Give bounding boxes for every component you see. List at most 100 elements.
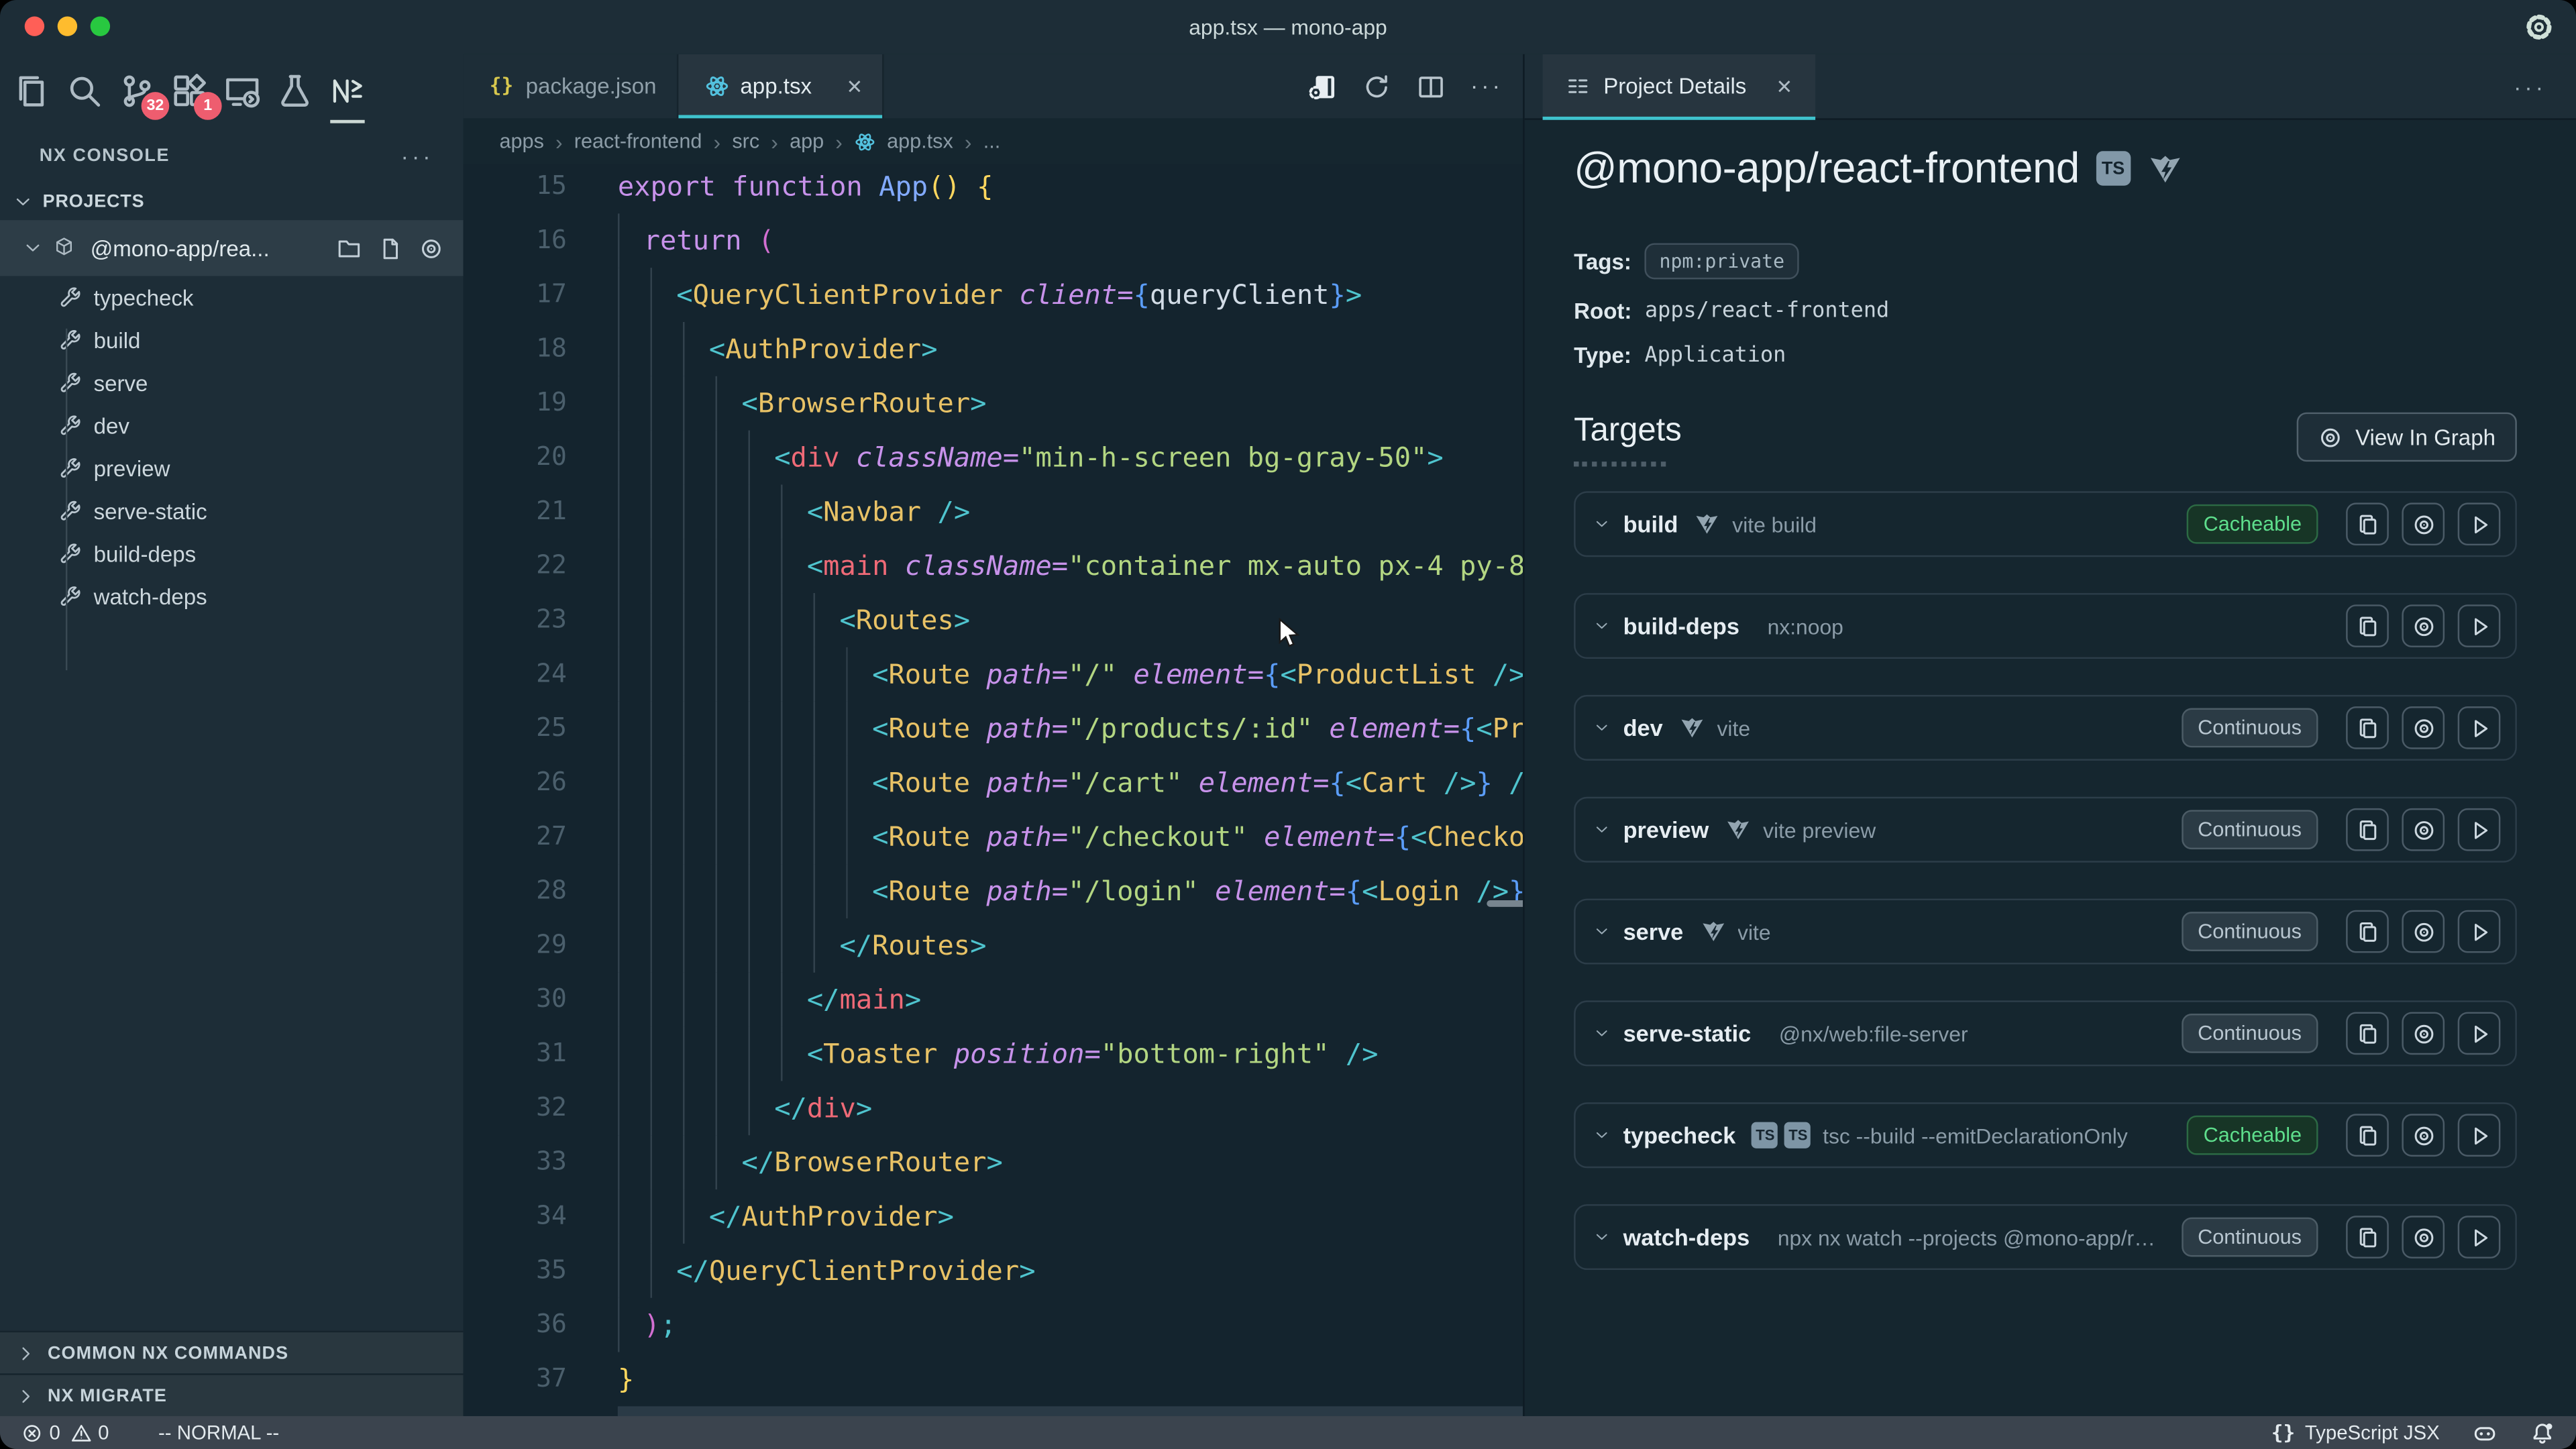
files-icon[interactable] [13, 72, 51, 109]
bell-dot-status[interactable] [2530, 1420, 2555, 1445]
sidebar-target-serve-static[interactable]: serve-static [0, 490, 464, 533]
target-card-watch-deps[interactable]: watch-depsnpx nx watch --projects @mono-… [1574, 1204, 2517, 1270]
code-line-20: <div className="min-h-screen bg-gray-50"… [618, 431, 1444, 485]
tab-package-json[interactable]: {}package.json [464, 54, 678, 119]
chevron-down-icon[interactable] [1594, 1229, 1610, 1245]
copy-button[interactable] [2346, 1012, 2389, 1055]
chevron-down-icon[interactable] [1594, 618, 1610, 634]
sidebar-target-typecheck[interactable]: typecheck [0, 276, 464, 319]
project-fields: Tags:npm:privateRoot:apps/react-frontend… [1574, 243, 2517, 368]
view-in-graph-button[interactable] [2402, 910, 2445, 953]
split-icon[interactable] [1416, 72, 1446, 101]
view-in-graph-button[interactable] [2402, 1012, 2445, 1055]
more-icon[interactable]: ··· [1470, 72, 1500, 101]
sidebar-target-serve[interactable]: serve [0, 362, 464, 405]
line-number: 31 [464, 1027, 567, 1081]
status-label: -- NORMAL -- [158, 1421, 279, 1444]
copy-button[interactable] [2346, 502, 2389, 545]
run-target-button[interactable] [2458, 808, 2501, 851]
extensions-icon[interactable]: 1 [171, 72, 209, 109]
view-in-graph-button[interactable] [2402, 604, 2445, 647]
close-tab-icon[interactable]: ✕ [846, 74, 863, 97]
settings-gear-icon[interactable] [2524, 11, 2555, 43]
chevron-down-icon[interactable] [1594, 821, 1610, 837]
copy-button[interactable] [2346, 604, 2389, 647]
chevron-down-icon[interactable] [1594, 1025, 1610, 1041]
section-nx-migrate[interactable]: NX MIGRATE [0, 1373, 464, 1416]
code-line-34: </AuthProvider> [618, 1189, 954, 1244]
folder-icon[interactable] [337, 235, 362, 260]
breadcrumb-item[interactable]: ... [983, 129, 1001, 152]
run-target-button[interactable] [2458, 604, 2501, 647]
target-card-serve[interactable]: serveviteContinuous [1574, 899, 2517, 965]
close-tab-icon[interactable]: ✕ [1776, 74, 1792, 97]
beaker-icon[interactable] [276, 72, 313, 109]
sidebar-target-build[interactable]: build [0, 319, 464, 362]
line-number: 34 [464, 1189, 567, 1244]
remote-window-icon[interactable] [223, 72, 261, 109]
chevron-down-icon[interactable] [1594, 720, 1610, 736]
run-target-button[interactable] [2458, 1012, 2501, 1055]
target-icon [2411, 1225, 2436, 1250]
search-icon[interactable] [66, 72, 103, 109]
breadcrumb-item[interactable]: src [732, 129, 759, 152]
target-icon[interactable] [419, 235, 443, 260]
chevron-down-icon[interactable] [1594, 516, 1610, 532]
copy-button[interactable] [2346, 1114, 2389, 1157]
target-card-build-deps[interactable]: build-depsnx:noop [1574, 593, 2517, 659]
nx-icon[interactable] [329, 72, 366, 109]
section-common-nx-commands[interactable]: COMMON NX COMMANDS [0, 1331, 464, 1374]
chevron-down-icon[interactable] [1594, 923, 1610, 939]
sidebar-more-actions-icon[interactable]: ··· [401, 142, 434, 168]
copy-button[interactable] [2346, 706, 2389, 749]
chevron-down-icon[interactable] [1594, 1127, 1610, 1143]
tab-app-tsx[interactable]: app.tsx✕ [678, 54, 884, 119]
view-in-graph-button[interactable] [2402, 1216, 2445, 1258]
breadcrumb[interactable]: apps›react-frontend›src›app›app.tsx›... [464, 118, 1523, 164]
view-in-graph-button[interactable]: View In Graph [2296, 413, 2517, 462]
language-selector[interactable]: {}TypeScript JSX [2271, 1421, 2440, 1444]
target-card-serve-static[interactable]: serve-static@nx/web:file-serverContinuou… [1574, 1000, 2517, 1066]
view-in-graph-button[interactable] [2402, 706, 2445, 749]
breadcrumb-item[interactable]: apps [499, 129, 543, 152]
refresh-icon[interactable] [1362, 72, 1391, 101]
code-line-35: </QueryClientProvider> [618, 1244, 1036, 1298]
projects-section-header[interactable]: PROJECTS [0, 184, 464, 220]
project-tree-item[interactable]: @mono-app/rea... [0, 220, 464, 276]
run-target-button[interactable] [2458, 502, 2501, 545]
sidebar-target-preview[interactable]: preview [0, 447, 464, 490]
open-project-details-icon[interactable] [1307, 72, 1337, 101]
right-panel-more-actions-icon[interactable]: ··· [2514, 73, 2576, 99]
target-card-dev[interactable]: devviteContinuous [1574, 695, 2517, 761]
sidebar-target-watch-deps[interactable]: watch-deps [0, 575, 464, 618]
view-in-graph-button[interactable] [2402, 808, 2445, 851]
view-in-graph-button[interactable] [2402, 502, 2445, 545]
view-in-graph-button[interactable] [2402, 1114, 2445, 1157]
copilot-status[interactable] [2473, 1420, 2498, 1445]
source-control-icon[interactable]: 32 [118, 72, 156, 109]
play-icon [2467, 1021, 2491, 1046]
sidebar-target-dev[interactable]: dev [0, 404, 464, 447]
copy-button[interactable] [2346, 808, 2389, 851]
target-card-preview[interactable]: previewvite previewContinuous [1574, 797, 2517, 863]
target-card-build[interactable]: buildvite buildCacheable [1574, 491, 2517, 557]
error-status[interactable]: 0 [21, 1421, 60, 1444]
generate-icon[interactable] [378, 235, 402, 260]
warning-status[interactable]: 0 [70, 1421, 109, 1444]
vim-mode[interactable]: -- NORMAL -- [158, 1421, 279, 1444]
typescript-badge: TS [1785, 1122, 1811, 1148]
sidebar-target-build-deps[interactable]: build-deps [0, 532, 464, 575]
tab-project-details[interactable]: Project Details ✕ [1543, 54, 1816, 119]
breadcrumb-item[interactable]: app [790, 129, 824, 152]
run-target-button[interactable] [2458, 1114, 2501, 1157]
copy-button[interactable] [2346, 1216, 2389, 1258]
copy-button[interactable] [2346, 910, 2389, 953]
target-card-typecheck[interactable]: typecheckTSTStsc --build --emitDeclarati… [1574, 1102, 2517, 1168]
run-target-button[interactable] [2458, 1216, 2501, 1258]
run-target-button[interactable] [2458, 706, 2501, 749]
breadcrumb-item[interactable]: app.tsx [887, 129, 953, 152]
code-editor[interactable]: 15export function App() {16return (17<Qu… [464, 164, 1523, 1416]
breadcrumb-item[interactable]: react-frontend [574, 129, 702, 152]
section-label: NX MIGRATE [48, 1386, 167, 1405]
run-target-button[interactable] [2458, 910, 2501, 953]
